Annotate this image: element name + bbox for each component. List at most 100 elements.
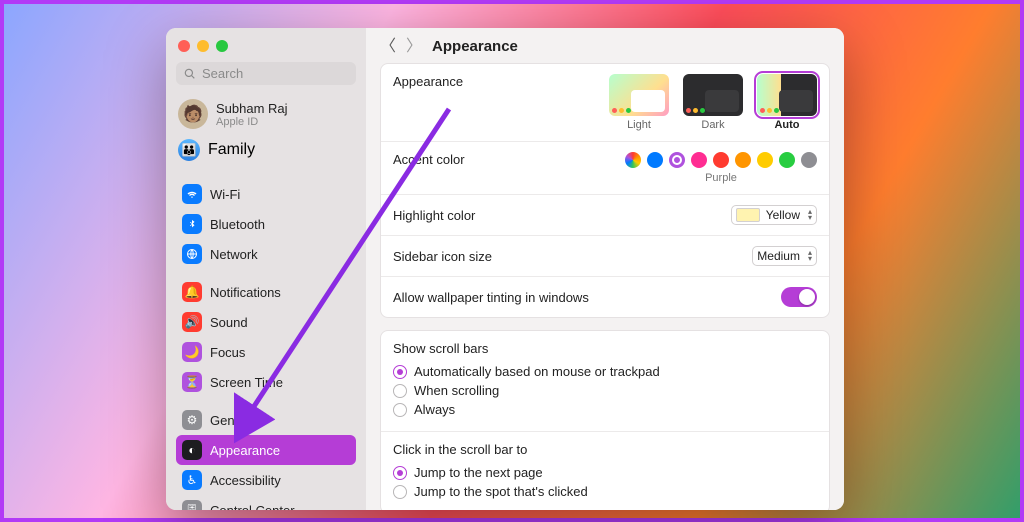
sidebar-icon-size-popup[interactable]: Medium ▴▾ xyxy=(752,246,817,266)
theme-label: Auto xyxy=(774,119,799,131)
theme-picker: Light Dark Auto xyxy=(609,74,817,131)
network-icon xyxy=(182,244,202,264)
back-button[interactable]: 〈 xyxy=(380,39,396,55)
accent-swatch-yellow[interactable] xyxy=(757,152,773,168)
sidebar-item-label: Bluetooth xyxy=(210,217,265,232)
accessibility-icon: ♿︎ xyxy=(182,470,202,490)
accent-swatch-orange[interactable] xyxy=(735,152,751,168)
sidebar-item-notifications[interactable]: 🔔 Notifications xyxy=(176,277,356,307)
accent-swatch-green[interactable] xyxy=(779,152,795,168)
accent-swatch-blue[interactable] xyxy=(647,152,663,168)
sidebar-item-label: Accessibility xyxy=(210,473,281,488)
sidebar-item-focus[interactable]: 🌙 Focus xyxy=(176,337,356,367)
appearance-icon: ◐ xyxy=(182,440,202,460)
minimize-icon[interactable] xyxy=(197,40,209,52)
sidebar-item-appearance[interactable]: ◐ Appearance xyxy=(176,435,356,465)
system-settings-window: Search 🧑🏽 Subham Raj Apple ID 👪 Family W… xyxy=(166,28,844,510)
sidebar: Search 🧑🏽 Subham Raj Apple ID 👪 Family W… xyxy=(166,28,366,510)
theme-option-auto[interactable]: Auto xyxy=(757,74,817,131)
sidebar-item-label: Wi-Fi xyxy=(210,187,240,202)
sidebar-item-network[interactable]: Network xyxy=(176,239,356,269)
radio-icon xyxy=(393,466,407,480)
accent-swatch-purple[interactable] xyxy=(669,152,685,168)
scrollbars-label: Show scroll bars xyxy=(393,341,488,356)
radio-icon xyxy=(393,485,407,499)
sidebar-icon-size-label: Sidebar icon size xyxy=(393,249,492,264)
scrollbars-radio-group: Automatically based on mouse or trackpad… xyxy=(393,360,660,421)
theme-thumb-dark xyxy=(683,74,743,116)
user-sub: Apple ID xyxy=(216,116,288,128)
titlebar: 〈 〉 Appearance xyxy=(366,28,844,63)
scrollbars-option-auto[interactable]: Automatically based on mouse or trackpad xyxy=(393,364,660,379)
accent-swatch-pink[interactable] xyxy=(691,152,707,168)
avatar: 🧑🏽 xyxy=(178,99,208,129)
zoom-icon[interactable] xyxy=(216,40,228,52)
sidebar-item-bluetooth[interactable]: Bluetooth xyxy=(176,209,356,239)
sidebar-item-label: Control Center xyxy=(210,503,295,511)
theme-option-dark[interactable]: Dark xyxy=(683,74,743,131)
sidebar-item-label: Screen Time xyxy=(210,375,283,390)
accent-swatch-red[interactable] xyxy=(713,152,729,168)
sidebar-icon-size-row: Sidebar icon size Medium ▴▾ xyxy=(381,235,829,276)
accent-swatch-row xyxy=(625,152,817,168)
accent-color-label: Accent color xyxy=(393,152,465,167)
gear-icon: ⚙ xyxy=(182,410,202,430)
sidebar-item-screentime[interactable]: ⏳ Screen Time xyxy=(176,367,356,397)
speaker-icon: 🔊 xyxy=(182,312,202,332)
sidebar-item-accessibility[interactable]: ♿︎ Accessibility xyxy=(176,465,356,495)
wifi-icon xyxy=(182,184,202,204)
appearance-row: Appearance Light Dark Auto xyxy=(381,64,829,141)
page-title: Appearance xyxy=(432,38,518,55)
search-placeholder: Search xyxy=(202,66,243,81)
main-panel: 〈 〉 Appearance Appearance Light Da xyxy=(366,28,844,510)
sidebar-item-wifi[interactable]: Wi-Fi xyxy=(176,179,356,209)
scrollbars-option-scrolling[interactable]: When scrolling xyxy=(393,383,660,398)
family-icon: 👪 xyxy=(178,139,200,161)
accent-swatch-graphite[interactable] xyxy=(801,152,817,168)
hourglass-icon: ⏳ xyxy=(182,372,202,392)
highlight-value: Yellow xyxy=(766,208,800,222)
sidebar-icon-size-value: Medium xyxy=(757,249,800,263)
theme-label: Light xyxy=(627,119,651,131)
click-scrollbar-option-spot[interactable]: Jump to the spot that's clicked xyxy=(393,484,588,499)
theme-label: Dark xyxy=(701,119,724,131)
bell-icon: 🔔 xyxy=(182,282,202,302)
click-scrollbar-label: Click in the scroll bar to xyxy=(393,442,527,457)
sidebar-item-label: Focus xyxy=(210,345,245,360)
scrollbars-section: Show scroll bars Automatically based on … xyxy=(381,331,829,431)
search-input[interactable]: Search xyxy=(176,62,356,85)
accent-selected-name: Purple xyxy=(705,172,737,184)
appearance-card: Appearance Light Dark Auto xyxy=(380,63,830,318)
highlight-color-label: Highlight color xyxy=(393,208,475,223)
scrollbars-option-always[interactable]: Always xyxy=(393,402,660,417)
highlight-color-popup[interactable]: Yellow ▴▾ xyxy=(731,205,817,225)
bluetooth-icon xyxy=(182,214,202,234)
wallpaper-tint-row: Allow wallpaper tinting in windows xyxy=(381,276,829,317)
search-icon xyxy=(184,68,196,80)
sidebar-item-controlcenter[interactable]: 🎚 Control Center xyxy=(176,495,356,510)
sidebar-item-label: General xyxy=(210,413,256,428)
theme-option-light[interactable]: Light xyxy=(609,74,669,131)
sidebar-item-general[interactable]: ⚙ General xyxy=(176,405,356,435)
stepper-icon: ▴▾ xyxy=(808,250,812,262)
sidebar-item-label: Network xyxy=(210,247,258,262)
click-scrollbar-option-nextpage[interactable]: Jump to the next page xyxy=(393,465,588,480)
radio-icon xyxy=(393,384,407,398)
family-row[interactable]: 👪 Family xyxy=(176,137,356,171)
appearance-label: Appearance xyxy=(393,74,463,89)
sidebar-item-label: Appearance xyxy=(210,443,280,458)
radio-icon xyxy=(393,403,407,417)
wallpaper-tint-toggle[interactable] xyxy=(781,287,817,307)
close-icon[interactable] xyxy=(178,40,190,52)
theme-thumb-auto xyxy=(757,74,817,116)
forward-button[interactable]: 〉 xyxy=(406,39,422,55)
moon-icon: 🌙 xyxy=(182,342,202,362)
accent-swatch-multicolor[interactable] xyxy=(625,152,641,168)
sidebar-item-sound[interactable]: 🔊 Sound xyxy=(176,307,356,337)
radio-icon xyxy=(393,365,407,379)
apple-id-row[interactable]: 🧑🏽 Subham Raj Apple ID xyxy=(176,95,356,137)
stepper-icon: ▴▾ xyxy=(808,209,812,221)
user-name: Subham Raj xyxy=(216,101,288,116)
scroll-card: Show scroll bars Automatically based on … xyxy=(380,330,830,510)
highlight-color-row: Highlight color Yellow ▴▾ xyxy=(381,194,829,235)
